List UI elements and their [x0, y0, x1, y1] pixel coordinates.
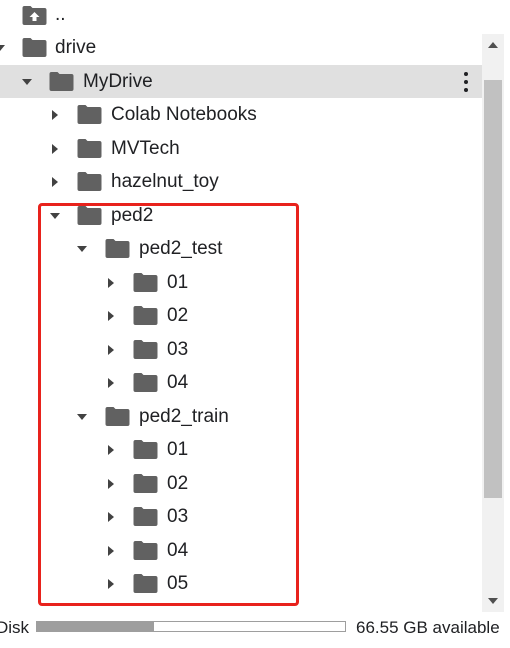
caret-right-icon[interactable] — [108, 445, 114, 455]
file-tree: .. drive MyDrive Colab Notebooks MVTech — [0, 0, 482, 612]
caret-down-icon[interactable] — [0, 45, 5, 51]
folder-icon — [77, 206, 102, 225]
tree-row-mydrive[interactable]: MyDrive — [0, 65, 482, 98]
tree-row-test-02[interactable]: 02 — [0, 299, 482, 332]
caret-right-icon[interactable] — [108, 345, 114, 355]
disk-usage-fill — [37, 622, 155, 631]
folder-icon — [133, 574, 158, 593]
caret-right-icon[interactable] — [52, 110, 58, 120]
tree-row-label: 05 — [167, 573, 189, 594]
tree-row-ped2-train[interactable]: ped2_train — [0, 400, 482, 433]
folder-icon — [49, 72, 74, 91]
tree-row-label: 01 — [167, 272, 189, 293]
disk-label: Disk — [0, 618, 30, 637]
tree-row-ped2[interactable]: ped2 — [0, 199, 482, 232]
caret-down-icon[interactable] — [50, 213, 60, 219]
caret-right-icon[interactable] — [108, 378, 114, 388]
caret-down-icon[interactable] — [77, 414, 87, 420]
tree-row-label: 02 — [167, 305, 189, 326]
tree-row-parent[interactable]: .. — [0, 0, 482, 33]
caret-right-icon[interactable] — [108, 479, 114, 489]
tree-row-test-01[interactable]: 01 — [0, 266, 482, 299]
disk-available-text: 66.55 GB available — [356, 618, 500, 637]
tree-row-drive[interactable]: drive — [0, 31, 482, 64]
tree-row-label: 04 — [167, 372, 189, 393]
tree-row-hazelnut-toy[interactable]: hazelnut_toy — [0, 165, 482, 198]
folder-icon — [77, 172, 102, 191]
tree-row-label: MVTech — [111, 138, 180, 159]
tree-row-test-03[interactable]: 03 — [0, 333, 482, 366]
folder-icon — [22, 38, 47, 57]
folder-icon — [133, 474, 158, 493]
tree-row-train-02[interactable]: 02 — [0, 467, 482, 500]
caret-right-icon[interactable] — [52, 144, 58, 154]
folder-up-icon — [22, 6, 47, 25]
folder-icon — [133, 273, 158, 292]
tree-row-train-03[interactable]: 03 — [0, 500, 482, 533]
disk-usage-bar — [36, 621, 346, 632]
folder-icon — [133, 373, 158, 392]
vertical-scrollbar[interactable] — [482, 34, 504, 612]
tree-row-mvtech[interactable]: MVTech — [0, 132, 482, 165]
caret-right-icon[interactable] — [108, 546, 114, 556]
scrollbar-thumb[interactable] — [484, 80, 502, 498]
folder-icon — [133, 440, 158, 459]
caret-right-icon[interactable] — [108, 311, 114, 321]
tree-row-label: ped2_test — [139, 238, 223, 259]
tree-row-label: 03 — [167, 339, 189, 360]
tree-row-test-04[interactable]: 04 — [0, 366, 482, 399]
tree-row-label: Colab Notebooks — [111, 104, 257, 125]
folder-icon — [77, 139, 102, 158]
caret-right-icon[interactable] — [108, 579, 114, 589]
scroll-up-arrow-icon[interactable] — [488, 42, 498, 48]
folder-icon — [133, 340, 158, 359]
tree-row-label: drive — [55, 37, 97, 58]
caret-down-icon[interactable] — [22, 79, 32, 85]
tree-row-label: ped2_train — [139, 406, 229, 427]
tree-row-colab-notebooks[interactable]: Colab Notebooks — [0, 98, 482, 131]
caret-right-icon[interactable] — [52, 177, 58, 187]
caret-down-icon[interactable] — [77, 246, 87, 252]
folder-icon — [133, 541, 158, 560]
tree-row-ped2-test[interactable]: ped2_test — [0, 232, 482, 265]
scroll-down-arrow-icon[interactable] — [488, 598, 498, 604]
tree-row-train-04[interactable]: 04 — [0, 534, 482, 567]
folder-icon — [133, 507, 158, 526]
tree-row-label: 04 — [167, 540, 189, 561]
tree-row-label: MyDrive — [83, 71, 153, 92]
tree-row-label: .. — [55, 4, 66, 25]
tree-row-label: 01 — [167, 439, 189, 460]
tree-row-train-05[interactable]: 05 — [0, 567, 482, 600]
more-vert-icon[interactable] — [464, 72, 468, 92]
caret-right-icon[interactable] — [108, 512, 114, 522]
folder-icon — [77, 105, 102, 124]
folder-icon — [105, 239, 130, 258]
folder-icon — [133, 306, 158, 325]
tree-row-label: 02 — [167, 473, 189, 494]
tree-row-label: hazelnut_toy — [111, 171, 219, 192]
tree-row-label: 03 — [167, 506, 189, 527]
disk-usage-footer: Disk 66.55 GB available — [0, 612, 510, 648]
caret-right-icon[interactable] — [108, 278, 114, 288]
tree-row-label: ped2 — [111, 205, 154, 226]
folder-icon — [105, 407, 130, 426]
tree-row-train-01[interactable]: 01 — [0, 433, 482, 466]
